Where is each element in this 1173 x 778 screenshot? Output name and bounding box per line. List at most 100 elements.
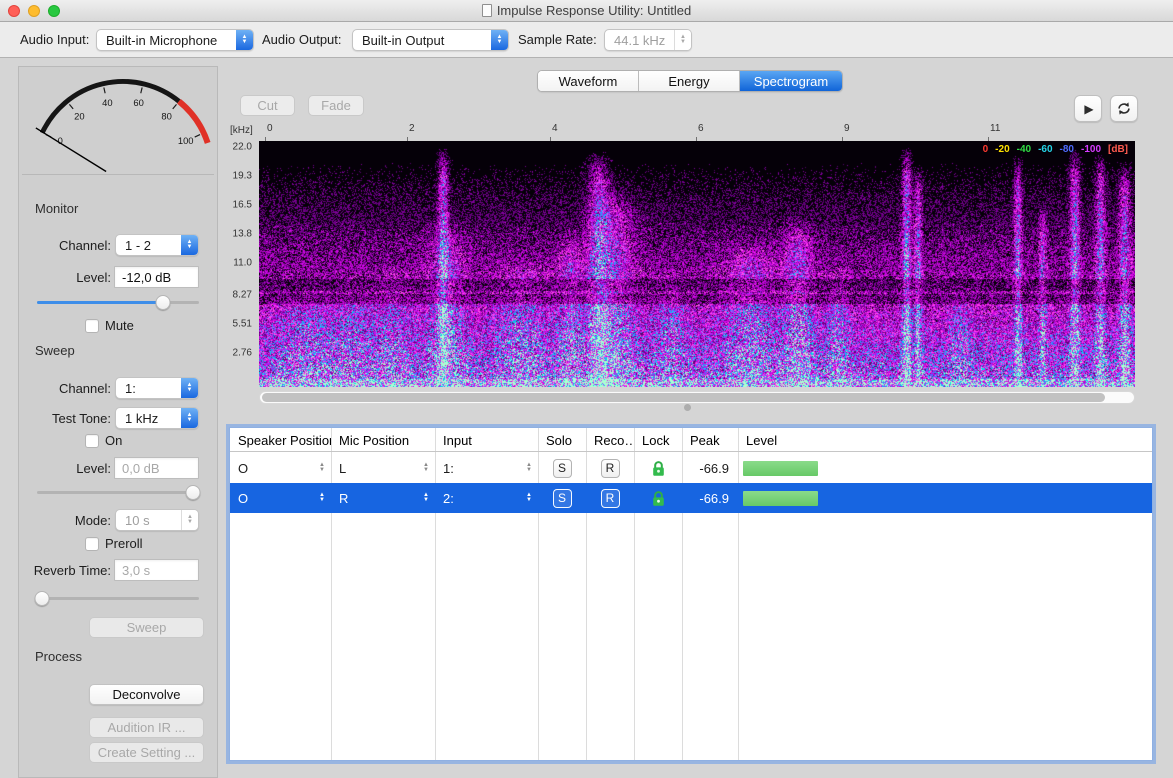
test-tone-label: Test Tone: <box>51 411 111 426</box>
splitter-handle[interactable] <box>684 404 691 411</box>
reverb-time-slider[interactable] <box>34 591 199 606</box>
chevron-updown-icon: ▲ ▼ <box>319 462 325 473</box>
spectrogram-canvas <box>259 141 1135 387</box>
db-legend: 0 -20 -40 -60 -80 -100 [dB] <box>983 144 1128 155</box>
freq-tick-label: 22.0 <box>232 141 252 153</box>
chevron-updown-icon: ▲ ▼ <box>319 492 325 503</box>
app-window: Impulse Response Utility: Untitled Audio… <box>0 0 1173 778</box>
column-header[interactable]: Reco… <box>586 428 634 451</box>
chevron-updown-icon: ▲ ▼ <box>526 492 532 503</box>
audio-input-value: Built-in Microphone <box>106 32 218 48</box>
monitor-level-field[interactable] <box>114 266 199 288</box>
tab-waveform[interactable]: Waveform <box>538 71 639 91</box>
time-ruler-ticks: 0 2 4 6 9 11 <box>259 122 1139 141</box>
window-controls <box>8 5 60 17</box>
slider-thumb[interactable] <box>155 295 171 310</box>
slider-thumb[interactable] <box>34 591 50 606</box>
audio-output-label: Audio Output: <box>262 32 342 47</box>
mic-position-popup[interactable]: R ▲ ▼ <box>331 483 435 513</box>
level-meter-bar <box>743 490 818 506</box>
popup-chevrons-icon: ▲ ▼ <box>181 235 198 255</box>
sweep-channel-popup[interactable]: 1: ▲ ▼ <box>115 377 199 399</box>
table-header: Speaker Position Mic Position Input Solo Rec… <box>230 428 1152 452</box>
popup-chevrons-icon: ▲ ▼ <box>491 30 508 50</box>
monitor-heading: Monitor <box>35 201 79 216</box>
mute-checkbox[interactable] <box>85 318 99 333</box>
monitor-level-label: Level: <box>76 270 111 285</box>
loop-icon <box>1118 102 1130 115</box>
column-header[interactable]: Lock <box>634 428 682 451</box>
horizontal-scrollbar[interactable] <box>259 391 1135 404</box>
input-popup[interactable]: 1: ▲ ▼ <box>435 453 538 483</box>
lock-icon <box>652 460 664 476</box>
sweep-channel-label: Channel: <box>58 381 111 396</box>
title-bar[interactable]: Impulse Response Utility: Untitled <box>0 0 1173 22</box>
legend-item: [dB] <box>1108 144 1128 155</box>
record-button[interactable]: R <box>600 488 620 508</box>
minimize-button[interactable] <box>28 5 40 17</box>
column-header[interactable]: Mic Position <box>331 428 435 451</box>
monitor-level-slider[interactable] <box>37 295 199 310</box>
sweep-heading: Sweep <box>35 343 75 358</box>
freq-tick-label: 5.51 <box>232 318 252 330</box>
close-button[interactable] <box>8 5 20 17</box>
svg-text:100: 100 <box>178 135 194 146</box>
lock-button[interactable] <box>651 490 666 507</box>
legend-item: -40 <box>1016 144 1032 155</box>
input-popup[interactable]: 2: ▲ ▼ <box>435 483 538 513</box>
solo-button[interactable]: S <box>552 458 572 478</box>
record-button[interactable]: R <box>600 458 620 478</box>
sweep-level-slider <box>37 485 201 500</box>
monitor-channel-popup[interactable]: 1 - 2 ▲ ▼ <box>115 234 199 256</box>
freq-axis: 22.0 19.3 16.5 13.8 11.0 8.27 5.51 2.76 <box>220 141 254 387</box>
popup-chevrons-icon: ▲ ▼ <box>181 378 198 398</box>
test-tone-popup[interactable]: 1 kHz ▲ ▼ <box>115 407 199 429</box>
popup-chevrons-icon: ▲ ▼ <box>181 510 198 530</box>
scrollbar-thumb[interactable] <box>262 393 1105 402</box>
column-header[interactable]: Speaker Position <box>230 428 331 451</box>
test-tone-on-label: On <box>105 433 123 448</box>
svg-text:40: 40 <box>102 97 112 108</box>
column-header[interactable]: Level <box>738 428 1152 451</box>
lock-button[interactable] <box>651 460 666 477</box>
svg-text:80: 80 <box>161 111 171 122</box>
tab-spectrogram[interactable]: Spectrogram <box>740 71 842 91</box>
mic-position-popup[interactable]: L ▲ ▼ <box>331 453 435 483</box>
control-sidebar: 0 20 40 60 80 100 Monitor Channel: 1 - 2… <box>18 66 218 778</box>
zoom-button[interactable] <box>48 5 60 17</box>
popup-chevrons-icon: ▲ ▼ <box>181 408 198 428</box>
table-rows: O ▲ ▼ L ▲ ▼ 1: ▲ ▼ S R -66.9 O ▲ ▼ R ▲ ▼ 2: ▲ ▼ S R -66.9 <box>230 453 1152 760</box>
popup-chevrons-icon: ▲ ▼ <box>236 30 253 50</box>
speaker-position-popup[interactable]: O ▲ ▼ <box>230 453 331 483</box>
deconvolve-button[interactable]: Deconvolve <box>89 684 204 705</box>
column-header[interactable]: Solo <box>538 428 586 451</box>
solo-button[interactable]: S <box>552 488 572 508</box>
test-tone-on-checkbox[interactable] <box>85 433 99 448</box>
document-icon <box>481 4 492 17</box>
audio-input-popup[interactable]: Built-in Microphone ▲ ▼ <box>96 29 254 51</box>
create-setting-button[interactable]: Create Setting ... <box>89 742 204 763</box>
play-icon: ▶ <box>1084 101 1094 116</box>
column-header[interactable]: Peak <box>682 428 738 451</box>
loop-button[interactable] <box>1110 95 1138 122</box>
positions-table: Speaker Position Mic Position Input Solo Rec… <box>229 427 1153 761</box>
audition-ir-button[interactable]: Audition IR ... <box>89 717 204 738</box>
freq-tick-label: 19.3 <box>232 170 252 182</box>
table-row[interactable]: O ▲ ▼ R ▲ ▼ 2: ▲ ▼ S R -66.9 <box>230 483 1152 513</box>
cut-button[interactable]: Cut <box>240 95 295 116</box>
tab-energy[interactable]: Energy <box>639 71 740 91</box>
speaker-position-popup[interactable]: O ▲ ▼ <box>230 483 331 513</box>
audio-output-popup[interactable]: Built-in Output ▲ ▼ <box>352 29 509 51</box>
table-row[interactable]: O ▲ ▼ L ▲ ▼ 1: ▲ ▼ S R -66.9 <box>230 453 1152 483</box>
legend-item: -80 <box>1059 144 1074 155</box>
spectrogram-view[interactable]: 0 -20 -40 -60 -80 -100 [dB] <box>259 141 1135 387</box>
column-header[interactable]: Input <box>435 428 538 451</box>
play-button[interactable]: ▶ <box>1074 95 1102 122</box>
legend-item: -100 <box>1080 144 1101 155</box>
fade-button[interactable]: Fade <box>308 95 364 116</box>
legend-item: -20 <box>995 144 1010 155</box>
sample-rate-label: Sample Rate: <box>518 32 597 47</box>
lock-icon <box>652 490 664 506</box>
preroll-checkbox[interactable] <box>85 536 99 551</box>
sweep-button[interactable]: Sweep <box>89 617 204 638</box>
